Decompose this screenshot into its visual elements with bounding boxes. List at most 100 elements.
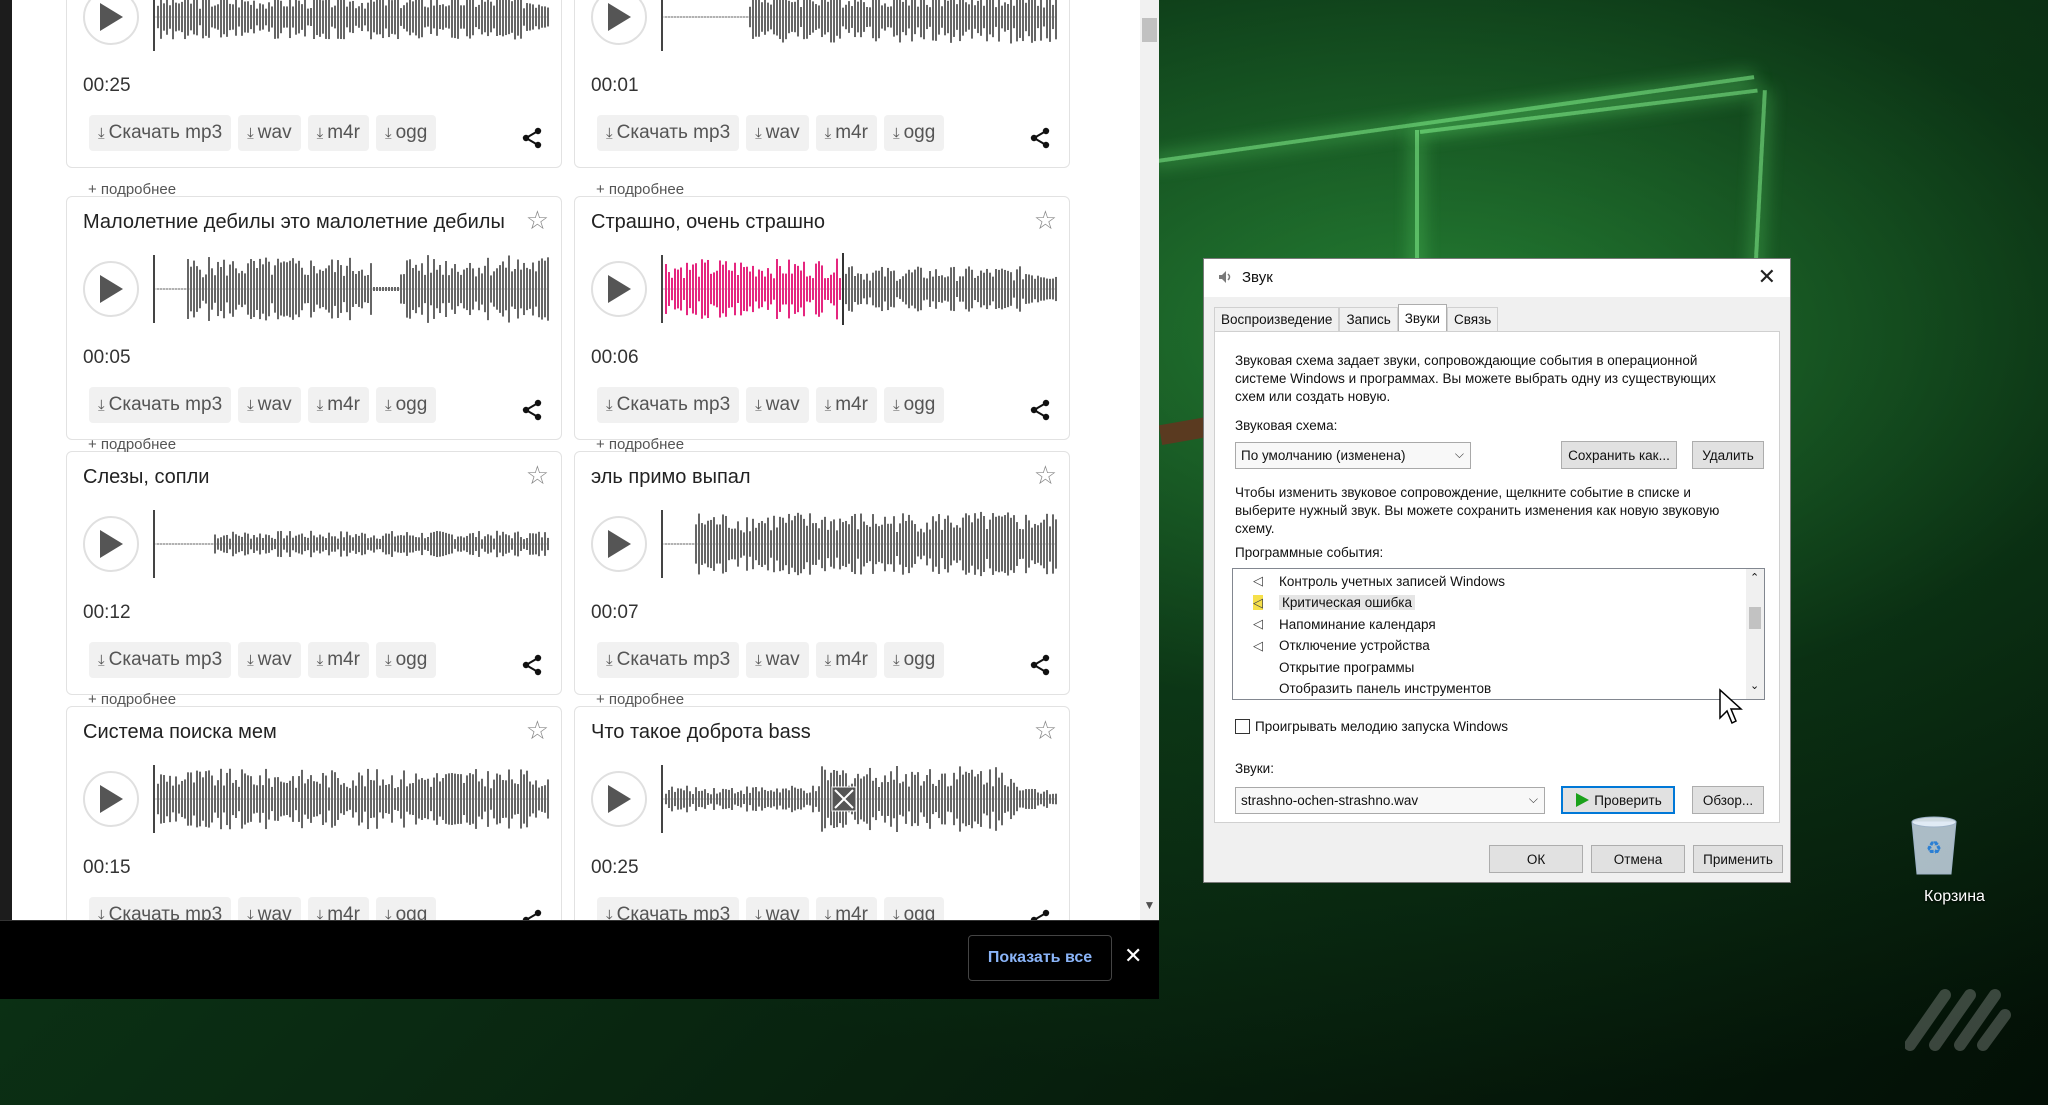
startup-sound-checkbox[interactable]	[1235, 719, 1250, 734]
dialog-titlebar[interactable]: Звук ✕	[1204, 259, 1790, 297]
waveform[interactable]	[661, 0, 1057, 57]
more-details-link[interactable]: + подробнее	[596, 436, 684, 453]
tab-sounds[interactable]: Звуки	[1397, 304, 1447, 331]
event-item[interactable]: ◁ Напоминание календаря	[1253, 614, 1436, 634]
event-item[interactable]: ◁ Контроль учетных записей Windows	[1253, 571, 1505, 591]
download-m4r-button[interactable]: ⤓ m4r	[307, 387, 369, 423]
download-mp3-button[interactable]: ⤓ Скачать mp3	[89, 642, 232, 678]
events-scrollbar[interactable]: ⌃ ⌄	[1746, 569, 1764, 699]
scroll-down-icon[interactable]: ⌄	[1750, 679, 1759, 692]
play-button[interactable]	[83, 261, 139, 317]
star-icon[interactable]: ☆	[1034, 715, 1057, 746]
download-wav-button[interactable]: ⤓ wav	[238, 642, 301, 678]
delete-scheme-button[interactable]: Удалить	[1692, 441, 1764, 469]
download-ogg-button[interactable]: ⤓ ogg	[375, 387, 437, 423]
download-mp3-button[interactable]: ⤓ Скачать mp3	[597, 115, 740, 151]
tab-communications[interactable]: Связь	[1446, 307, 1499, 331]
scroll-up-icon[interactable]: ⌃	[1750, 571, 1759, 584]
share-icon[interactable]	[521, 654, 543, 676]
test-sound-button[interactable]: Проверить	[1561, 786, 1675, 814]
more-details-link[interactable]: + подробнее	[596, 691, 684, 708]
waveform[interactable]	[661, 249, 1057, 329]
browse-button[interactable]: Обзор...	[1692, 786, 1764, 814]
download-ogg-button[interactable]: ⤓ ogg	[883, 115, 945, 151]
waveform[interactable]	[153, 504, 549, 584]
cancel-button[interactable]: Отмена	[1591, 845, 1685, 873]
play-button[interactable]	[591, 516, 647, 572]
star-icon[interactable]: ☆	[1034, 460, 1057, 491]
event-item[interactable]: Открытие программы	[1253, 657, 1414, 677]
download-ogg-button[interactable]: ⤓ ogg	[375, 642, 437, 678]
tab-recording[interactable]: Запись	[1339, 307, 1398, 331]
star-icon[interactable]: ☆	[1034, 205, 1057, 236]
share-icon[interactable]	[1029, 399, 1051, 421]
download-mp3-button[interactable]: ⤓ Скачать mp3	[89, 387, 232, 423]
event-item[interactable]: ◁ Отключение устройства	[1253, 636, 1430, 656]
recycle-bin-icon[interactable]: ♻	[1906, 812, 1962, 878]
event-item[interactable]: Отобразить панель инструментов	[1253, 679, 1491, 699]
close-icon[interactable]: ✕	[1758, 264, 1776, 290]
recycle-bin-label[interactable]: Корзина	[1924, 888, 1985, 906]
play-button[interactable]	[591, 261, 647, 317]
scroll-down-arrow-icon[interactable]: ▼	[1141, 898, 1158, 912]
save-as-button[interactable]: Сохранить как...	[1561, 441, 1677, 469]
play-button[interactable]	[83, 516, 139, 572]
close-icon[interactable]	[831, 786, 857, 812]
show-all-downloads-button[interactable]: Показать все	[968, 935, 1112, 981]
download-wav-button[interactable]: ⤓ wav	[746, 642, 809, 678]
waveform-bar	[400, 8, 402, 26]
share-icon[interactable]	[1029, 654, 1051, 676]
page-scrollbar-thumb[interactable]	[1142, 18, 1157, 42]
play-button[interactable]	[83, 0, 139, 45]
event-item[interactable]: ◁ Критическая ошибка	[1253, 593, 1416, 613]
share-icon[interactable]	[1029, 127, 1051, 149]
sound-title[interactable]: Что такое доброта bass	[591, 721, 811, 744]
download-mp3-button[interactable]: ⤓ Скачать mp3	[597, 387, 740, 423]
play-button[interactable]	[591, 771, 647, 827]
waveform[interactable]	[661, 759, 1057, 839]
sound-file-select[interactable]: strashno-ochen-strashno.wav ⌵	[1235, 787, 1545, 814]
download-wav-button[interactable]: ⤓ wav	[746, 387, 809, 423]
download-m4r-button[interactable]: ⤓ m4r	[815, 642, 877, 678]
close-download-bar-icon[interactable]: ✕	[1124, 943, 1142, 969]
waveform[interactable]	[153, 759, 549, 839]
sound-title[interactable]: Система поиска мем	[83, 721, 277, 744]
program-events-list[interactable]: ◁ Контроль учетных записей Windows ◁ Критич…	[1232, 568, 1765, 700]
page-scrollbar[interactable]	[1140, 0, 1159, 920]
download-ogg-button[interactable]: ⤓ ogg	[375, 115, 437, 151]
more-details-link[interactable]: + подробнее	[596, 181, 684, 198]
download-wav-button[interactable]: ⤓ wav	[746, 115, 809, 151]
events-scrollbar-thumb[interactable]	[1749, 607, 1761, 629]
star-icon[interactable]: ☆	[526, 205, 549, 236]
apply-button[interactable]: Применить	[1693, 845, 1783, 873]
download-m4r-button[interactable]: ⤓ m4r	[815, 115, 877, 151]
download-wav-button[interactable]: ⤓ wav	[238, 387, 301, 423]
sound-title[interactable]: Слезы, сопли	[83, 466, 209, 489]
share-icon[interactable]	[521, 127, 543, 149]
waveform[interactable]	[153, 249, 549, 329]
play-button[interactable]	[591, 0, 647, 45]
waveform[interactable]	[661, 504, 1057, 584]
download-wav-button[interactable]: ⤓ wav	[238, 115, 301, 151]
play-button[interactable]	[83, 771, 139, 827]
share-icon[interactable]	[521, 399, 543, 421]
download-ogg-button[interactable]: ⤓ ogg	[883, 642, 945, 678]
download-mp3-button[interactable]: ⤓ Скачать mp3	[89, 115, 232, 151]
waveform[interactable]	[153, 0, 549, 57]
download-m4r-button[interactable]: ⤓ m4r	[815, 387, 877, 423]
download-mp3-button[interactable]: ⤓ Скачать mp3	[597, 642, 740, 678]
scheme-select[interactable]: По умолчанию (изменена) ⌵	[1235, 442, 1471, 469]
sound-title[interactable]: эль примо выпал	[591, 466, 751, 489]
tab-playback[interactable]: Воспроизведение	[1214, 307, 1340, 331]
sound-title[interactable]: Страшно, очень страшно	[591, 211, 825, 234]
more-details-link[interactable]: + подробнее	[88, 436, 176, 453]
star-icon[interactable]: ☆	[526, 460, 549, 491]
download-m4r-button[interactable]: ⤓ m4r	[307, 642, 369, 678]
download-ogg-button[interactable]: ⤓ ogg	[883, 387, 945, 423]
download-m4r-button[interactable]: ⤓ m4r	[307, 115, 369, 151]
ok-button[interactable]: ОК	[1489, 845, 1583, 873]
star-icon[interactable]: ☆	[526, 715, 549, 746]
more-details-link[interactable]: + подробнее	[88, 181, 176, 198]
more-details-link[interactable]: + подробнее	[88, 691, 176, 708]
sound-title[interactable]: Малолетние дебилы это малолетние дебилы	[83, 211, 505, 234]
